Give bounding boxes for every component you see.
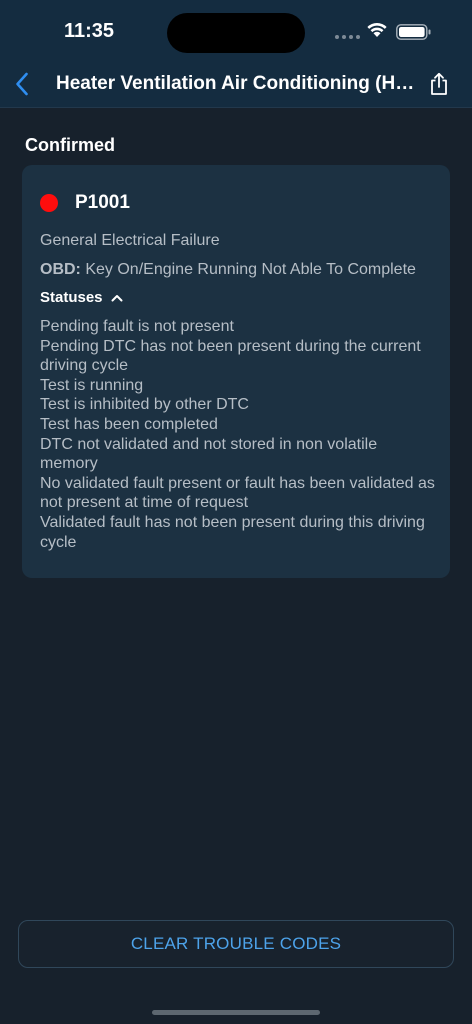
statuses-toggle[interactable]: Statuses [40,289,123,306]
statuses-label: Statuses [40,289,103,306]
battery-icon [396,24,431,40]
page-title: Heater Ventilation Air Conditioning (HV.… [56,73,416,94]
status-time: 11:35 [64,20,115,42]
status-item: No validated fault present or fault has … [40,474,435,512]
clear-trouble-codes-button[interactable]: CLEAR TROUBLE CODES [18,920,454,968]
chevron-left-icon [16,72,28,96]
navigation-bar: Heater Ventilation Air Conditioning (HV.… [0,60,472,108]
status-item: Test has been completed [40,415,218,433]
share-button[interactable] [426,69,452,99]
share-icon [431,72,447,95]
status-item: Test is inhibited by other DTC [40,396,249,414]
status-item: DTC not validated and not stored in non … [40,435,378,473]
chevron-up-icon [111,294,123,301]
section-title: Confirmed [25,135,115,155]
status-item: Validated fault has not been present dur… [40,513,425,551]
status-item: Pending DTC has not been present during … [40,337,421,375]
home-indicator [152,1010,320,1015]
obd-status: OBD: Key On/Engine Running Not Able To C… [40,261,440,279]
obd-label: OBD: [40,261,81,278]
cellular-signal-icon [335,35,360,39]
obd-value: Key On/Engine Running Not Able To Comple… [85,261,416,278]
status-item: Pending fault is not present [40,318,234,335]
status-list: Pending fault is not present Pending DTC… [40,317,435,552]
trouble-code-card: P1001 General Electrical Failure OBD: Ke… [22,165,450,578]
header: 11:35 Heater Ventilation Air Conditionin… [0,0,472,108]
dynamic-island [167,13,305,53]
wifi-icon [367,22,387,37]
status-indicator-dot [40,194,58,212]
back-button[interactable] [10,70,34,98]
status-item: Test is running [40,376,144,394]
status-bar: 11:35 [0,0,472,60]
trouble-code-description: General Electrical Failure [40,232,220,249]
trouble-code: P1001 [75,192,130,213]
